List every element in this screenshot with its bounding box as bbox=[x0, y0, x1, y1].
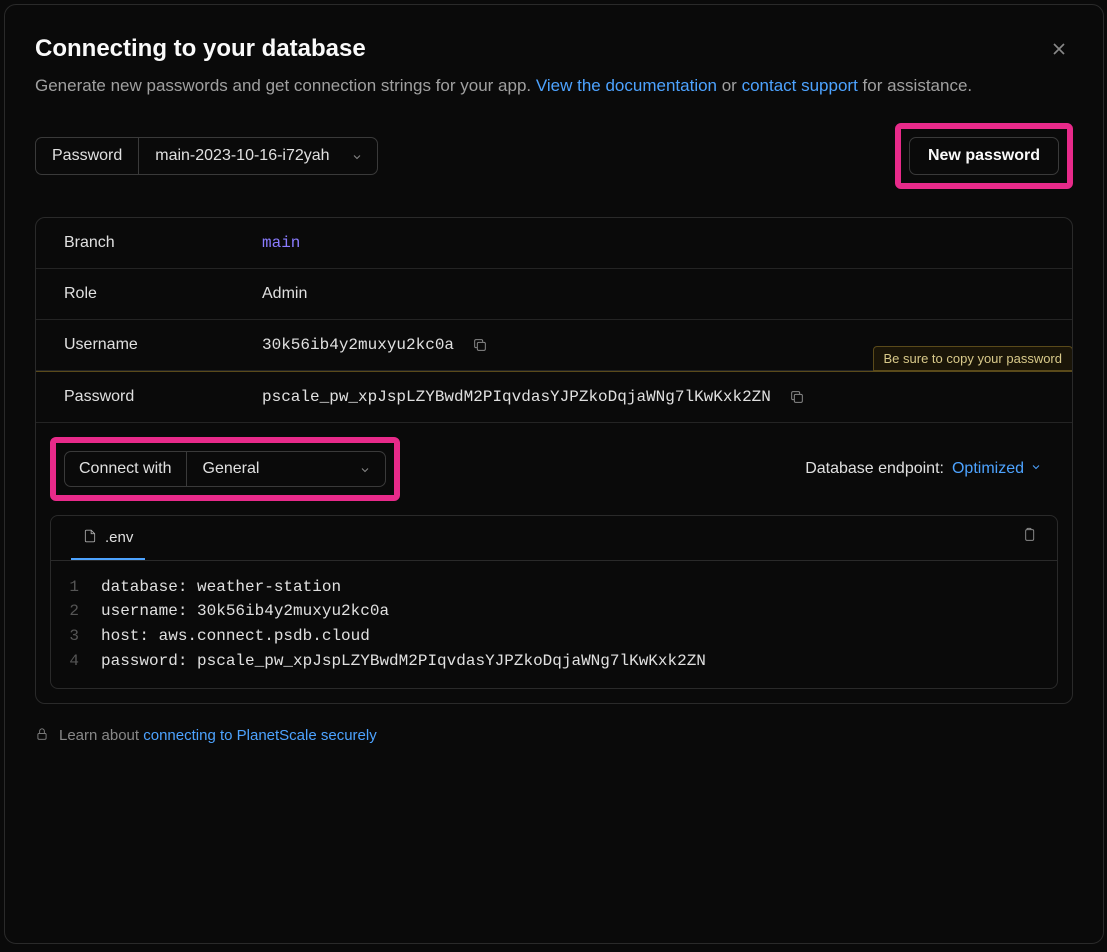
footer: Learn about connecting to PlanetScale se… bbox=[35, 726, 1073, 746]
modal-header: Connecting to your database Generate new… bbox=[35, 35, 1073, 123]
footer-secure-link[interactable]: connecting to PlanetScale securely bbox=[143, 727, 376, 744]
database-endpoint-value: Optimized bbox=[952, 460, 1024, 478]
password-label: Password bbox=[64, 388, 262, 406]
username-value: 30k56ib4y2muxyu2kc0a bbox=[262, 336, 454, 354]
password-selector-label: Password bbox=[35, 137, 138, 175]
password-value: pscale_pw_xpJspLZYBwdM2PIqvdasYJPZkoDqja… bbox=[262, 388, 771, 406]
code-line: 2username: 30k56ib4y2muxyu2kc0a bbox=[51, 599, 1057, 624]
connect-with-value: General bbox=[203, 460, 260, 477]
subtitle-text-mid: or bbox=[717, 76, 742, 95]
branch-link[interactable]: main bbox=[262, 234, 300, 252]
database-endpoint-label: Database endpoint: bbox=[805, 460, 944, 478]
username-label: Username bbox=[64, 336, 262, 354]
role-value: Admin bbox=[262, 285, 307, 303]
role-row: Role Admin bbox=[36, 269, 1072, 320]
code-panel: .env 1database: weather-station 2usernam… bbox=[50, 515, 1058, 689]
connect-bar: Connect with General Database endpoint: … bbox=[36, 423, 1072, 515]
database-endpoint-dropdown[interactable]: Optimized bbox=[952, 460, 1042, 478]
password-toolbar: Password main-2023-10-16-i72yah New pass… bbox=[35, 123, 1073, 189]
view-documentation-link[interactable]: View the documentation bbox=[536, 76, 717, 95]
contact-support-link[interactable]: contact support bbox=[742, 76, 858, 95]
password-copy-tip: Be sure to copy your password bbox=[873, 346, 1073, 371]
chevron-down-icon bbox=[351, 150, 363, 162]
code-line: 1database: weather-station bbox=[51, 575, 1057, 600]
subtitle-text-pre: Generate new passwords and get connectio… bbox=[35, 76, 536, 95]
highlight-new-password: New password bbox=[895, 123, 1073, 189]
footer-text: Learn about bbox=[59, 727, 143, 744]
subtitle-text-post: for assistance. bbox=[858, 76, 972, 95]
connection-modal: Connecting to your database Generate new… bbox=[4, 4, 1104, 944]
code-line-content: password: pscale_pw_xpJspLZYBwdM2PIqvdas… bbox=[101, 649, 706, 674]
password-selector-dropdown[interactable]: main-2023-10-16-i72yah bbox=[138, 137, 378, 175]
code-line-content: database: weather-station bbox=[101, 575, 341, 600]
new-password-button[interactable]: New password bbox=[909, 137, 1059, 175]
chevron-down-icon bbox=[1030, 460, 1042, 478]
password-row: Be sure to copy your password Password p… bbox=[36, 371, 1072, 423]
code-tabs: .env bbox=[51, 516, 1057, 561]
modal-subtitle: Generate new passwords and get connectio… bbox=[35, 73, 972, 99]
code-line-content: host: aws.connect.psdb.cloud bbox=[101, 624, 370, 649]
connect-with-dropdown[interactable]: General bbox=[186, 451, 386, 487]
lock-icon bbox=[35, 726, 49, 746]
highlight-connect-with: Connect with General bbox=[50, 437, 400, 501]
role-label: Role bbox=[64, 285, 262, 303]
connection-details-panel: Branch main Role Admin Username 30k56ib4… bbox=[35, 217, 1073, 704]
code-tab-env[interactable]: .env bbox=[71, 516, 145, 560]
code-line: 4password: pscale_pw_xpJspLZYBwdM2PIqvda… bbox=[51, 649, 1057, 674]
close-button[interactable] bbox=[1045, 35, 1073, 69]
copy-password-button[interactable] bbox=[789, 389, 805, 405]
chevron-down-icon bbox=[359, 463, 371, 475]
code-body: 1database: weather-station 2username: 30… bbox=[51, 561, 1057, 688]
database-endpoint-group: Database endpoint: Optimized bbox=[805, 460, 1058, 478]
file-icon bbox=[83, 528, 97, 548]
modal-title: Connecting to your database bbox=[35, 35, 972, 63]
close-icon bbox=[1049, 42, 1069, 64]
password-selector-group: Password main-2023-10-16-i72yah bbox=[35, 137, 378, 175]
code-tab-filename: .env bbox=[105, 529, 133, 546]
copy-username-button[interactable] bbox=[472, 337, 488, 353]
password-selector-value: main-2023-10-16-i72yah bbox=[155, 147, 329, 164]
branch-label: Branch bbox=[64, 234, 262, 252]
code-line: 3host: aws.connect.psdb.cloud bbox=[51, 624, 1057, 649]
code-line-content: username: 30k56ib4y2muxyu2kc0a bbox=[101, 599, 389, 624]
copy-code-button[interactable] bbox=[1021, 526, 1037, 549]
connect-with-label: Connect with bbox=[64, 451, 186, 487]
branch-row: Branch main bbox=[36, 218, 1072, 269]
